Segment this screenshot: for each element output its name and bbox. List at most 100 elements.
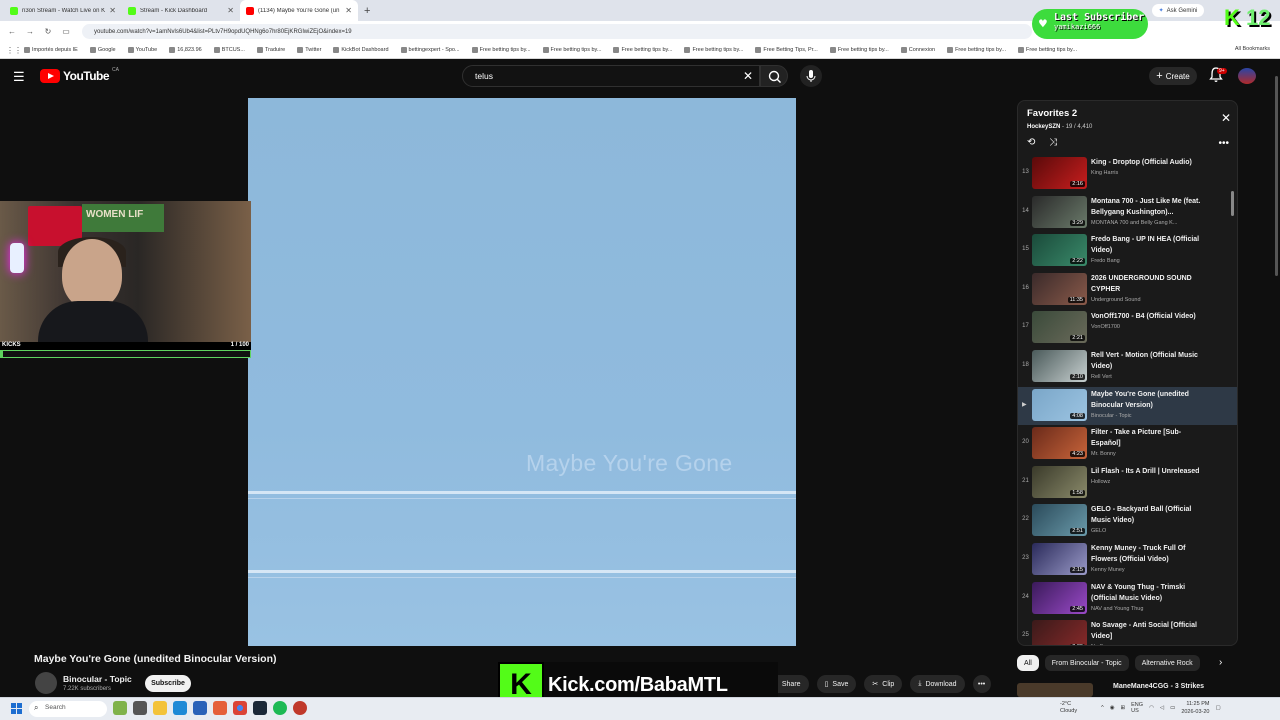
playlist-item-thumbnail[interactable]: 1:58 xyxy=(1032,465,1087,498)
browser-tab[interactable]: Stream - Kick Dashboard ✕ xyxy=(122,0,240,21)
playlist-item-thumbnail[interactable]: 2:21 xyxy=(1032,311,1087,344)
tray-chevron-icon[interactable]: ^ xyxy=(1101,705,1104,711)
playlist-item-thumbnail[interactable]: 2:45 xyxy=(1032,581,1087,614)
playlist-item-title[interactable]: Montana 700 - Just Like Me (feat. Bellyg… xyxy=(1091,196,1201,218)
playlist-item-title[interactable]: NAV & Young Thug - Trimski (Official Mus… xyxy=(1091,582,1201,604)
close-tab-icon[interactable]: ✕ xyxy=(227,6,234,15)
bookmark-item[interactable]: Connexion xyxy=(900,47,935,53)
playlist-item[interactable]: 14 3:29 Montana 700 - Just Like Me (feat. … xyxy=(1018,194,1237,233)
more-actions-button[interactable]: ••• xyxy=(972,675,991,693)
all-bookmarks-link[interactable]: All Bookmarks xyxy=(1235,46,1270,52)
playlist-item[interactable]: 15 2:22 Fredo Bang - UP IN HEA (Official V… xyxy=(1018,232,1237,271)
bookmark-item[interactable]: Importés depuis IE xyxy=(24,47,78,53)
taskbar-search[interactable]: ⌕ Search xyxy=(29,701,107,717)
search-button[interactable] xyxy=(760,65,788,87)
language-indicator[interactable]: ENG US xyxy=(1131,702,1143,714)
clock[interactable]: 11:25 PM 2026-03-20 xyxy=(1181,700,1209,716)
playlist-item-title[interactable]: Fredo Bang - UP IN HEA (Official Video) xyxy=(1091,234,1201,256)
playlist-item[interactable]: 20 4:23 Filter - Take a Picture [Sub-Españ… xyxy=(1018,425,1237,464)
apps-icon[interactable]: ⋮⋮ xyxy=(6,46,22,55)
forward-icon[interactable]: → xyxy=(24,27,36,36)
playlist-item-thumbnail[interactable]: 2:15 xyxy=(1032,542,1087,575)
video-player[interactable]: Maybe You're Gone xyxy=(248,98,796,646)
playlist-item-title[interactable]: Maybe You're Gone (unedited Binocular Ve… xyxy=(1091,389,1201,411)
playlist-item[interactable]: 21 1:58 Lil Flash - Its A Drill | Unreleas… xyxy=(1018,464,1237,503)
page-scrollbar[interactable] xyxy=(1273,60,1280,697)
taskbar-app-icon[interactable] xyxy=(133,701,147,715)
chevron-right-icon[interactable]: › xyxy=(1219,657,1222,668)
tray-app-icon[interactable]: ⊞ xyxy=(1121,705,1126,711)
bookmark-item[interactable]: Free betting tips by... xyxy=(684,47,743,53)
playlist-item-thumbnail[interactable]: 4:23 xyxy=(1032,427,1087,460)
ask-gemini-button[interactable]: ✦ Ask Gemini xyxy=(1152,4,1204,17)
playlist-item-title[interactable]: Rell Vert - Motion (Official Music Video… xyxy=(1091,350,1201,372)
playlist-item-thumbnail[interactable]: 2:10 xyxy=(1032,349,1087,382)
playlist-item-title[interactable]: GELO - Backyard Ball (Official Music Vid… xyxy=(1091,504,1201,526)
playlist-item-thumbnail[interactable]: 2:39 xyxy=(1032,620,1087,645)
bookmark-item[interactable]: 16,823.96 xyxy=(169,47,202,53)
menu-icon[interactable]: ☰ xyxy=(13,69,25,85)
related-video[interactable]: ManeMane4CGG - 3 Strikes xyxy=(1017,682,1238,697)
bookmark-item[interactable]: YouTube xyxy=(127,47,157,53)
voice-search-button[interactable] xyxy=(800,65,822,87)
playlist-item[interactable]: 22 2:51 GELO - Backyard Ball (Official Mus… xyxy=(1018,502,1237,541)
bookmark-item[interactable]: bettingexpert - Spo... xyxy=(400,47,460,53)
related-title[interactable]: ManeMane4CGG - 3 Strikes xyxy=(1113,683,1204,690)
tab-search-icon[interactable]: ▭ xyxy=(60,27,72,36)
close-tab-icon[interactable]: ✕ xyxy=(345,6,352,15)
battery-icon[interactable]: ▭ xyxy=(1170,705,1175,711)
taskbar-firefox-icon[interactable] xyxy=(213,701,227,715)
playlist-more-icon[interactable]: ••• xyxy=(1218,138,1229,149)
playlist-item-thumbnail[interactable]: 11:35 xyxy=(1032,272,1087,305)
subscribe-button[interactable]: Subscribe xyxy=(145,675,191,692)
bookmark-item[interactable]: Free betting tips by... xyxy=(829,47,889,53)
chip-all[interactable]: All xyxy=(1017,655,1039,671)
bookmark-item[interactable]: Free betting tips by... xyxy=(1018,47,1077,53)
bookmark-item[interactable]: Free betting tips by... xyxy=(613,47,672,53)
bookmark-item[interactable]: KickBot Dashboard xyxy=(333,47,389,53)
playlist-item[interactable]: 16 11:35 2026 UNDERGROUND SOUND CYPHER Unde… xyxy=(1018,271,1237,310)
notification-icon[interactable]: ▢ xyxy=(1215,705,1220,711)
reload-icon[interactable]: ↻ xyxy=(42,27,54,36)
playlist-title[interactable]: Favorites 2 xyxy=(1027,108,1077,119)
playlist-item[interactable]: 18 2:10 Rell Vert - Motion (Official Music… xyxy=(1018,348,1237,387)
browser-tab[interactable]: n3on Stream - Watch Live on K ✕ xyxy=(4,0,122,21)
taskbar-spotify-icon[interactable] xyxy=(273,701,287,715)
account-avatar[interactable] xyxy=(1238,68,1256,84)
address-bar[interactable]: youtube.com/watch?v=1amNvls6Ub4&list=PLt… xyxy=(82,24,1032,39)
playlist-item-title[interactable]: King - Droptop (Official Audio) xyxy=(1091,157,1201,168)
playlist-item[interactable]: 25 2:39 No Savage - Anti Social [Official … xyxy=(1018,618,1237,645)
close-playlist-icon[interactable]: ✕ xyxy=(1221,111,1231,125)
playlist-item-title[interactable]: VonOff1700 - B4 (Official Video) xyxy=(1091,311,1201,322)
new-tab-button[interactable]: + xyxy=(364,5,370,17)
download-button[interactable]: ⤓ Download xyxy=(910,675,965,693)
playlist-scrollbar[interactable] xyxy=(1231,191,1234,216)
channel-name[interactable]: Binocular - Topic xyxy=(63,674,132,684)
loop-icon[interactable]: ⟲ xyxy=(1027,137,1035,148)
playlist-item-title[interactable]: 2026 UNDERGROUND SOUND CYPHER xyxy=(1091,273,1201,295)
tray-app-icon[interactable]: ◉ xyxy=(1110,705,1115,711)
shuffle-icon[interactable]: ⤨ xyxy=(1049,137,1057,148)
taskbar-app-icon[interactable] xyxy=(113,701,127,715)
clear-search-icon[interactable]: ✕ xyxy=(743,69,753,83)
playlist-owner[interactable]: HockeySZN xyxy=(1027,124,1060,130)
playlist-item[interactable]: 17 2:21 VonOff1700 - B4 (Official Video) Vo… xyxy=(1018,309,1237,348)
back-icon[interactable]: ← xyxy=(6,27,18,36)
weather-widget[interactable]: -2°C Cloudy xyxy=(1060,701,1077,715)
playlist-item-title[interactable]: No Savage - Anti Social [Official Video] xyxy=(1091,620,1201,642)
close-tab-icon[interactable]: ✕ xyxy=(109,6,116,15)
browser-tab[interactable]: (1134) Maybe You're Gone (un ✕ xyxy=(240,0,358,21)
taskbar-edge-icon[interactable] xyxy=(173,701,187,715)
playlist-item-thumbnail[interactable]: 2:51 xyxy=(1032,504,1087,537)
taskbar-chrome-icon[interactable] xyxy=(233,701,247,715)
bookmark-item[interactable]: Free betting tips by... xyxy=(471,47,531,53)
playlist-item[interactable]: 4:08 Maybe You're Gone (unedited Binocula… xyxy=(1018,386,1237,426)
playlist-item-title[interactable]: Kenny Muney - Truck Full Of Flowers (Off… xyxy=(1091,543,1201,565)
bookmark-item[interactable]: Twitter xyxy=(297,47,321,53)
playlist-item[interactable]: 23 2:15 Kenny Muney - Truck Full Of Flower… xyxy=(1018,541,1237,580)
playlist-item-thumbnail[interactable]: 2:22 xyxy=(1032,234,1087,267)
bookmark-item[interactable]: Free betting tips by... xyxy=(542,47,601,53)
taskbar-steam-icon[interactable] xyxy=(253,701,267,715)
channel-avatar[interactable] xyxy=(35,672,57,694)
youtube-logo[interactable]: YouTube CA xyxy=(40,67,119,83)
